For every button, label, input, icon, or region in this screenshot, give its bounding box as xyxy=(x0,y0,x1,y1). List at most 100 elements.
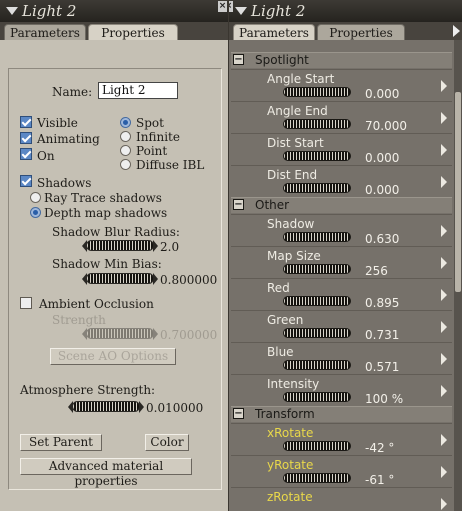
param-dial[interactable] xyxy=(283,328,351,338)
param-blue[interactable]: Blue 0.571 xyxy=(231,342,452,374)
param-menu-arrow-icon[interactable] xyxy=(441,434,447,446)
parameters-list: − Spotlight Angle Start 0.000 Angle End … xyxy=(229,40,454,511)
param-menu-arrow-icon[interactable] xyxy=(441,353,447,365)
param-menu-arrow-icon[interactable] xyxy=(441,498,447,510)
param-dial[interactable] xyxy=(283,87,351,97)
param-dial[interactable] xyxy=(283,392,351,402)
shadow-bias-value[interactable]: 0.800000 xyxy=(160,273,217,287)
parameters-titlebar[interactable]: Light 2 × xyxy=(229,0,462,22)
point-radio[interactable] xyxy=(120,145,131,156)
param-dist-end[interactable]: Dist End 0.000 xyxy=(231,165,452,197)
param-label: Shadow xyxy=(267,217,315,231)
param-menu-arrow-icon[interactable] xyxy=(441,321,447,333)
param-dial[interactable] xyxy=(283,441,351,451)
close-icon[interactable]: × xyxy=(218,1,227,12)
group-spotlight[interactable]: − Spotlight xyxy=(231,52,452,68)
shadow-blur-value[interactable]: 2.0 xyxy=(160,240,179,254)
param-value[interactable]: 0.571 xyxy=(365,360,399,374)
depth-map-radio[interactable] xyxy=(30,207,41,218)
color-button[interactable]: Color xyxy=(145,434,189,451)
spot-radio[interactable] xyxy=(120,117,131,128)
collapse-minus-icon[interactable]: − xyxy=(233,54,244,65)
ray-trace-label: Ray Trace shadows xyxy=(44,191,162,205)
param-dial[interactable] xyxy=(283,151,351,161)
group-transform[interactable]: − Transform xyxy=(231,406,452,422)
param-value[interactable]: 256 xyxy=(365,264,388,278)
properties-titlebar[interactable]: Light 2 × xyxy=(0,0,228,22)
param-dial[interactable] xyxy=(283,183,351,193)
param-value[interactable]: 70.000 xyxy=(365,119,407,133)
param-value[interactable]: 0.630 xyxy=(365,232,399,246)
param-menu-arrow-icon[interactable] xyxy=(441,80,447,92)
param-menu-arrow-icon[interactable] xyxy=(441,112,447,124)
tab-parameters[interactable]: Parameters xyxy=(233,24,315,40)
atmosphere-dial[interactable] xyxy=(68,401,144,413)
close-icon[interactable]: × xyxy=(229,1,233,12)
shadow-blur-dial[interactable] xyxy=(82,240,158,252)
ambient-occlusion-checkbox[interactable] xyxy=(20,297,32,309)
diffuse-ibl-label: Diffuse IBL xyxy=(136,158,205,172)
param-menu-arrow-icon[interactable] xyxy=(441,257,447,269)
tab-properties[interactable]: Properties xyxy=(88,24,178,40)
param-value[interactable]: 100 % xyxy=(365,392,403,406)
infinite-radio[interactable] xyxy=(120,131,131,142)
param-shadow[interactable]: Shadow 0.630 xyxy=(231,214,452,246)
param-value[interactable]: 0.000 xyxy=(365,183,399,197)
tab-properties[interactable]: Properties xyxy=(317,24,405,40)
scene-ao-options-button[interactable]: Scene AO Options xyxy=(50,348,176,365)
param-dial[interactable] xyxy=(283,473,351,483)
collapse-triangle-icon[interactable] xyxy=(6,7,18,15)
param-menu-arrow-icon[interactable] xyxy=(441,176,447,188)
ray-trace-radio[interactable] xyxy=(30,192,41,203)
strength-value[interactable]: 0.700000 xyxy=(160,328,217,342)
name-field[interactable]: Light 2 xyxy=(98,82,178,99)
param-value[interactable]: 0.000 xyxy=(365,87,399,101)
strength-dial[interactable] xyxy=(82,328,158,340)
collapse-minus-icon[interactable]: − xyxy=(233,199,244,210)
param-menu-arrow-icon[interactable] xyxy=(441,385,447,397)
param-value[interactable]: -42 ° xyxy=(365,441,394,455)
param-value[interactable]: -61 ° xyxy=(365,473,394,487)
param-zrotate[interactable]: zRotate xyxy=(231,487,452,511)
param-angle-end[interactable]: Angle End 70.000 xyxy=(231,101,452,133)
param-dial[interactable] xyxy=(283,119,351,129)
animating-checkbox[interactable] xyxy=(20,132,32,144)
param-green[interactable]: Green 0.731 xyxy=(231,310,452,342)
param-dial[interactable] xyxy=(283,360,351,370)
collapse-minus-icon[interactable]: − xyxy=(233,408,244,419)
tab-parameters[interactable]: Parameters xyxy=(4,24,86,40)
group-other[interactable]: − Other xyxy=(231,197,452,213)
shadows-checkbox[interactable] xyxy=(20,175,32,187)
param-dial[interactable] xyxy=(283,264,351,274)
param-dial[interactable] xyxy=(283,296,351,306)
tab-scroll-right-icon[interactable] xyxy=(453,25,460,37)
advanced-material-button[interactable]: Advanced material properties xyxy=(20,458,192,488)
param-intensity[interactable]: Intensity 100 % xyxy=(231,374,452,406)
vertical-scrollbar[interactable] xyxy=(454,40,462,511)
param-value[interactable]: 0.000 xyxy=(365,151,399,165)
scrollbar-thumb[interactable] xyxy=(455,92,461,292)
param-angle-start[interactable]: Angle Start 0.000 xyxy=(231,69,452,101)
atmosphere-value[interactable]: 0.010000 xyxy=(146,401,203,415)
collapse-triangle-icon[interactable] xyxy=(235,7,247,15)
visible-checkbox[interactable] xyxy=(20,116,32,128)
param-yrotate[interactable]: yRotate -61 ° xyxy=(231,455,452,487)
param-value[interactable]: 0.731 xyxy=(365,328,399,342)
diffuse-ibl-radio[interactable] xyxy=(120,159,131,170)
param-menu-arrow-icon[interactable] xyxy=(441,289,447,301)
param-dial[interactable] xyxy=(283,232,351,242)
set-parent-button[interactable]: Set Parent xyxy=(20,434,102,451)
param-menu-arrow-icon[interactable] xyxy=(441,466,447,478)
shadows-label: Shadows xyxy=(37,176,92,190)
group-label: Other xyxy=(255,198,290,212)
on-checkbox[interactable] xyxy=(20,148,32,160)
param-menu-arrow-icon[interactable] xyxy=(441,225,447,237)
shadow-bias-dial[interactable] xyxy=(82,273,158,285)
param-red[interactable]: Red 0.895 xyxy=(231,278,452,310)
param-dist-start[interactable]: Dist Start 0.000 xyxy=(231,133,452,165)
group-label: Transform xyxy=(255,407,315,421)
param-map-size[interactable]: Map Size 256 xyxy=(231,246,452,278)
param-xrotate[interactable]: xRotate -42 ° xyxy=(231,423,452,455)
param-value[interactable]: 0.895 xyxy=(365,296,399,310)
param-menu-arrow-icon[interactable] xyxy=(441,144,447,156)
